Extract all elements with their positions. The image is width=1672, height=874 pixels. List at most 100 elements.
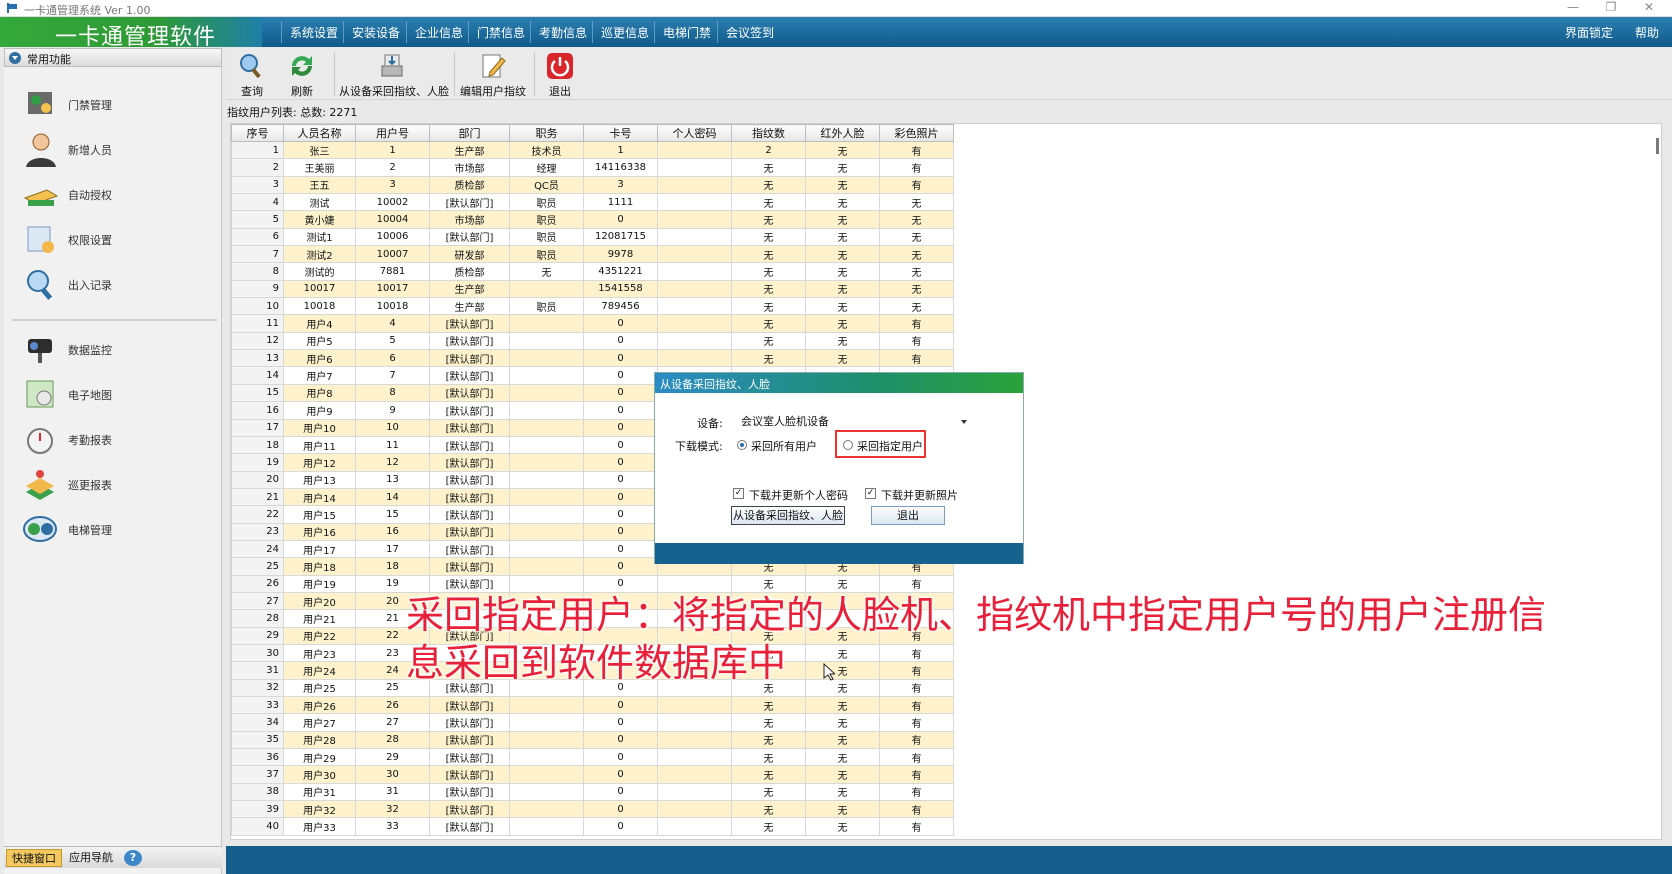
table-row[interactable]: 7 测试2 10007 研发部 职员 9978 无无无 [231, 245, 954, 264]
table-cell [657, 748, 732, 767]
table-cell: 研发部 [429, 245, 510, 264]
minimize-button[interactable]: — [1554, 0, 1592, 17]
checkbox-update-password-label[interactable]: 下载并更新个人密码 [749, 487, 848, 503]
table-cell: 0 [583, 487, 658, 507]
dialog-exit-button[interactable]: 退出 [871, 506, 945, 525]
table-cell: 0 [583, 748, 658, 767]
table-row[interactable]: 13 用户6 6 [默认部门] 0 无无有 [231, 349, 954, 368]
column-header[interactable]: 卡号 [583, 124, 658, 142]
menu-item[interactable]: 企业信息 [409, 24, 469, 42]
sidebar-item[interactable]: 新增人员 [22, 129, 202, 169]
sidebar-item[interactable]: 权限设置 [22, 219, 202, 259]
refresh-button[interactable]: 刷新 [280, 50, 324, 98]
close-button[interactable]: ✕ [1630, 0, 1668, 17]
column-header[interactable]: 指纹数 [731, 124, 806, 142]
table-cell [657, 800, 732, 819]
table-row[interactable]: 5 黄小婕 10004 市场部 职员 0 无无无 [231, 210, 954, 229]
maximize-button[interactable]: ❐ [1592, 0, 1630, 17]
table-row[interactable]: 40 用户33 33 [默认部门] 0 无无有 [231, 817, 954, 836]
sidebar-item[interactable]: 考勤报表 [22, 419, 202, 459]
column-header[interactable]: 个人密码 [657, 124, 732, 142]
table-row[interactable]: 34 用户27 27 [默认部门] 0 无无有 [231, 713, 954, 732]
table-row[interactable]: 10 10018 10018 生产部 职员 789456 无无无 [231, 297, 954, 316]
column-header[interactable]: 部门 [429, 124, 510, 142]
menu-item[interactable]: 门禁信息 [471, 24, 531, 42]
column-header[interactable]: 红外人脸 [805, 124, 880, 142]
column-header[interactable]: 职务 [509, 124, 584, 142]
sidebar-item[interactable]: 出入记录 [22, 264, 202, 304]
radio-specific-users[interactable] [843, 440, 853, 450]
table-row[interactable]: 4 测试 10002 [默认部门] 职员 1111 无无无 [231, 193, 954, 212]
table-row[interactable]: 33 用户26 26 [默认部门] 0 无无有 [231, 695, 954, 715]
table-cell: 4351221 [583, 262, 658, 281]
table-row[interactable]: 26 用户19 19 [默认部门] 0 无无有 [231, 574, 954, 593]
table-row[interactable]: 38 用户31 31 [默认部门] 0 无无有 [231, 782, 954, 802]
lock-ui-menu[interactable]: 界面锁定 [1559, 24, 1619, 42]
edit-fingerprint-button[interactable]: 编辑用户指纹 [458, 50, 528, 98]
radio-all-users-label[interactable]: 采回所有用户 [751, 438, 817, 454]
tab-app-nav[interactable]: 应用导航 [64, 849, 118, 867]
help-icon[interactable]: ? [124, 850, 142, 866]
help-menu[interactable]: 帮助 [1629, 24, 1665, 42]
menu-item[interactable]: 会议签到 [720, 24, 780, 42]
table-row[interactable]: 6 测试1 10006 [默认部门] 职员 12081715 无无无 [231, 227, 954, 247]
table-cell [657, 730, 732, 750]
checkbox-update-password[interactable]: ✓ [733, 488, 744, 499]
scrollbar[interactable] [1656, 138, 1659, 154]
sidebar-item[interactable]: 门禁管理 [22, 84, 202, 124]
table-cell: 用户7 [283, 366, 356, 385]
table-cell: 用户10 [283, 418, 356, 437]
table-cell: 0 [583, 782, 658, 802]
device-select[interactable]: 会议室人脸机设备 [739, 413, 971, 430]
table-cell: 27 [355, 713, 430, 732]
table-row[interactable]: 3 王五 3 质检部 QC员 3 无无有 [231, 175, 954, 195]
radio-all-users[interactable] [737, 440, 747, 450]
menu-item[interactable]: 安装设备 [346, 24, 406, 42]
table-row[interactable]: 12 用户5 5 [默认部门] 0 无无有 [231, 331, 954, 351]
column-header[interactable]: 用户号 [355, 124, 430, 142]
table-row[interactable]: 35 用户28 28 [默认部门] 0 无无有 [231, 730, 954, 750]
table-cell: 有 [879, 574, 954, 593]
table-cell: 10007 [355, 245, 430, 264]
menu-item[interactable]: 系统设置 [284, 24, 344, 42]
sidebar-item[interactable]: 电子地图 [22, 374, 202, 414]
checkbox-update-photo-label[interactable]: 下载并更新照片 [881, 487, 958, 503]
power-icon [547, 53, 573, 79]
window-title: 一卡通管理系统 Ver 1.00 [24, 4, 151, 17]
table-cell: 32 [355, 800, 430, 819]
sidebar-item[interactable]: 电梯管理 [22, 509, 202, 549]
sidebar-header[interactable]: 常用功能 [4, 48, 222, 67]
table-cell: 33 [231, 695, 284, 715]
fetch-button[interactable]: 从设备采回指纹、人脸 [731, 506, 845, 525]
sidebar-item[interactable]: 自动授权 [22, 174, 202, 214]
table-cell: 13 [355, 470, 430, 489]
table-row[interactable]: 36 用户29 29 [默认部门] 0 无无有 [231, 748, 954, 767]
table-row[interactable]: 39 用户32 32 [默认部门] 0 无无有 [231, 800, 954, 819]
table-cell: 用户8 [283, 383, 356, 403]
table-cell [657, 140, 732, 160]
table-cell: 用户17 [283, 539, 356, 559]
table-row[interactable]: 9 10017 10017 生产部 1541558 无无无 [231, 279, 954, 299]
menu-item[interactable]: 巡更信息 [595, 24, 655, 42]
tab-quick-window[interactable]: 快捷窗口 [6, 849, 62, 867]
collapse-icon[interactable] [9, 52, 21, 64]
menu-item[interactable]: 电梯门禁 [657, 24, 717, 42]
table-row[interactable]: 8 测试的 7881 质检部无 4351221 无无无 [231, 262, 954, 281]
sidebar-item[interactable]: 巡更报表 [22, 464, 202, 504]
column-header[interactable]: 彩色照片 [879, 124, 954, 142]
query-button[interactable]: 查询 [230, 50, 274, 98]
table-row[interactable]: 2 王美丽 2 市场部 经理 14116338 无无有 [231, 158, 954, 177]
menu-item[interactable]: 考勤信息 [533, 24, 593, 42]
column-header[interactable]: 序号 [231, 124, 284, 142]
exit-button[interactable]: 退出 [538, 50, 582, 98]
dialog-titlebar[interactable]: 从设备采回指纹、人脸 [655, 373, 1023, 393]
sidebar-item[interactable]: 数据监控 [22, 329, 202, 369]
table-row[interactable]: 37 用户30 30 [默认部门] 0 无无有 [231, 765, 954, 784]
table-cell [509, 435, 584, 455]
column-header[interactable]: 人员名称 [283, 124, 356, 142]
table-row[interactable]: 1 张三 1 生产部 技术员 1 2 无有 [231, 140, 954, 160]
table-row[interactable]: 11 用户4 4 [默认部门] 0 无无有 [231, 314, 954, 333]
checkbox-update-photo[interactable]: ✓ [865, 488, 876, 499]
fetch-from-device-button[interactable]: 从设备采回指纹、人脸 [338, 50, 450, 98]
radio-specific-users-label[interactable]: 采回指定用户 [857, 438, 923, 454]
